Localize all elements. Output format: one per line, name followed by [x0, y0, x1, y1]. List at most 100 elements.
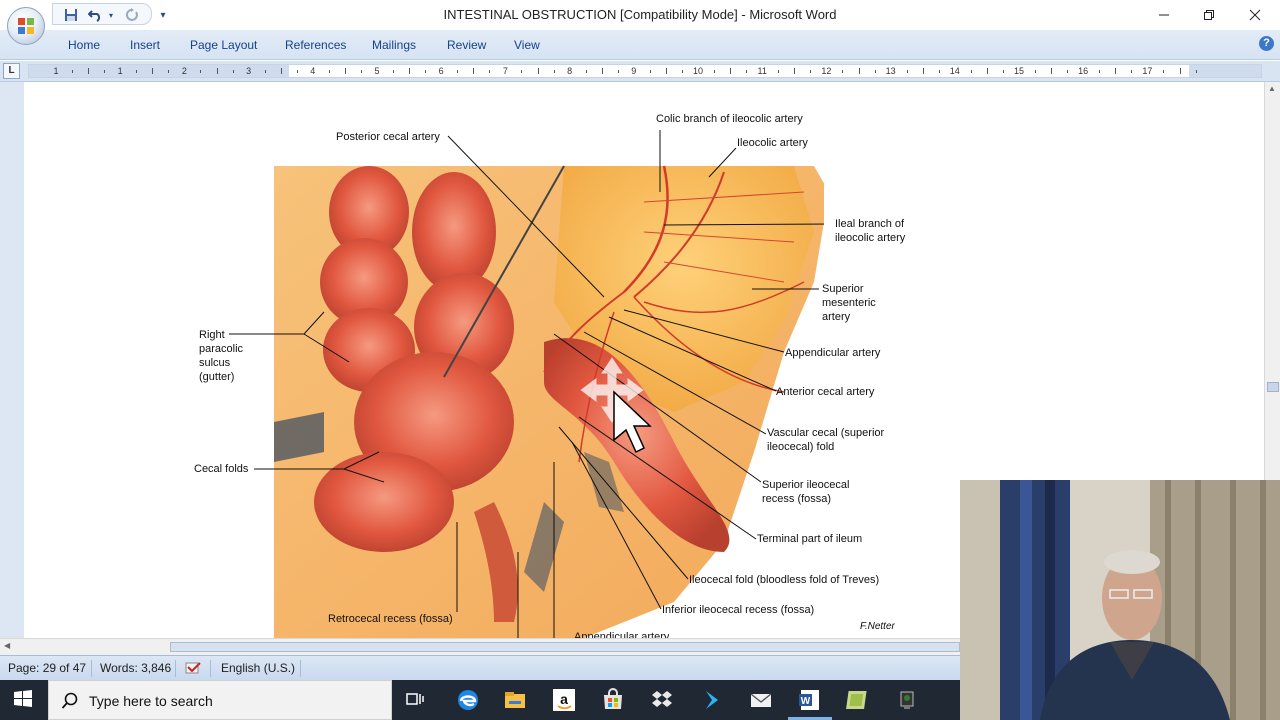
- label-colic-branch: Colic branch of ileocolic artery: [656, 113, 803, 125]
- scroll-up-icon[interactable]: ▲: [1268, 84, 1276, 93]
- ruler-tick: [1067, 70, 1069, 73]
- ruler-tick: [1195, 70, 1197, 73]
- minimize-icon[interactable]: [1141, 0, 1187, 30]
- ruler-number: 1: [53, 66, 59, 76]
- ruler-bar: L 1 1 2 3 4 5 6 7 8 9 10 11 12 13 14 15 16 17: [0, 61, 1280, 140]
- dropbox-icon[interactable]: [650, 688, 674, 712]
- proofing-icon[interactable]: [184, 661, 206, 677]
- ruler-tick: [681, 70, 683, 73]
- task-view-icon[interactable]: [404, 688, 428, 712]
- title-bar: ▾ ▾ INTESTINAL OBSTRUCTION [Compatibilit…: [0, 0, 1280, 30]
- horizontal-ruler[interactable]: 1 1 2 3 4 5 6 7 8 9 10 11 12 13 14 15 16 17: [28, 64, 1262, 78]
- media-icon[interactable]: [895, 688, 919, 712]
- label-superior-ileocecal-recess: Superior ileocecal recess (fossa): [762, 479, 850, 505]
- app-icon[interactable]: [700, 688, 724, 712]
- excel-icon[interactable]: [846, 688, 870, 712]
- status-words[interactable]: Words: 3,846: [100, 661, 171, 677]
- ruler-tick: [136, 70, 138, 73]
- tab-review[interactable]: Review: [447, 38, 486, 52]
- ruler-tick: [296, 70, 298, 73]
- tab-selector-button[interactable]: L: [3, 63, 20, 79]
- ruler-tick: [553, 70, 555, 73]
- ruler-tick: [922, 68, 924, 74]
- office-button[interactable]: [7, 7, 45, 45]
- help-icon[interactable]: ?: [1259, 36, 1274, 51]
- tab-insert[interactable]: Insert: [130, 38, 160, 52]
- label-ileal-branch: Ileal branch of ileocolic artery: [835, 218, 906, 244]
- ruler-tick: [200, 70, 202, 73]
- word-icon[interactable]: W: [798, 688, 824, 712]
- ruler-tick: [489, 70, 491, 73]
- tab-home[interactable]: Home: [68, 38, 100, 52]
- status-divider: [175, 660, 176, 677]
- search-placeholder: Type here to search: [89, 693, 213, 709]
- ruler-tick: [986, 68, 988, 74]
- file-explorer-icon[interactable]: [503, 688, 527, 712]
- label-ileocecal-fold: Ileocecal fold (bloodless fold of Treves…: [689, 574, 880, 586]
- mail-icon[interactable]: [749, 688, 773, 712]
- ruler-tick: [1002, 70, 1004, 73]
- ruler-number: 8: [567, 66, 573, 76]
- ruler-number: 12: [821, 66, 832, 76]
- ruler-tick: [970, 70, 972, 73]
- label-signature: F.Netter: [860, 621, 895, 632]
- status-divider: [210, 660, 211, 677]
- ruler-tick: [858, 68, 860, 74]
- window-title: INTESTINAL OBSTRUCTION [Compatibility Mo…: [443, 7, 837, 22]
- tab-view[interactable]: View: [514, 38, 540, 52]
- ruler-tick: [1051, 68, 1053, 74]
- ruler-tick: [280, 68, 282, 74]
- ruler-tick: [810, 70, 812, 73]
- ruler-tick: [1035, 70, 1037, 73]
- ruler-number: 14: [949, 66, 960, 76]
- ruler-tick: [874, 70, 876, 73]
- ruler-tick: [328, 70, 330, 73]
- ruler-tick: [393, 70, 395, 73]
- ruler-tick: [425, 70, 427, 73]
- ruler-number: 3: [246, 66, 252, 76]
- status-language[interactable]: English (U.S.): [221, 661, 295, 677]
- label-superior-mesenteric: Superior mesenteric artery: [822, 283, 876, 323]
- office-logo-icon: [18, 18, 34, 34]
- svg-text:W: W: [801, 696, 811, 707]
- label-posterior-cecal-artery: Posterior cecal artery: [336, 131, 440, 143]
- close-icon[interactable]: [1232, 0, 1278, 30]
- ruler-tick: [730, 68, 732, 74]
- presenter-video: [960, 480, 1280, 720]
- tab-page-layout[interactable]: Page Layout: [190, 38, 257, 52]
- taskbar-search-box[interactable]: Type here to search: [48, 680, 392, 720]
- amazon-icon[interactable]: a: [552, 688, 576, 712]
- horizontal-scrollbar[interactable]: ◀: [0, 638, 960, 655]
- start-icon[interactable]: [12, 688, 36, 712]
- ruler-tick: [104, 70, 106, 73]
- tab-references[interactable]: References: [285, 38, 346, 52]
- ruler-tick: [473, 68, 475, 74]
- edge-icon[interactable]: [456, 688, 480, 712]
- ribbon: Home Insert Page Layout References Maili…: [0, 30, 1280, 60]
- horizontal-scroll-thumb[interactable]: [170, 642, 960, 652]
- tab-mailings[interactable]: Mailings: [372, 38, 416, 52]
- ruler-tick: [649, 70, 651, 73]
- status-divider: [91, 660, 92, 677]
- ruler-number: 9: [631, 66, 637, 76]
- ruler-number: 6: [438, 66, 444, 76]
- vertical-scroll-thumb[interactable]: [1267, 382, 1279, 392]
- status-page[interactable]: Page: 29 of 47: [8, 661, 86, 677]
- ruler-number: 16: [1078, 66, 1089, 76]
- ruler-tick: [746, 70, 748, 73]
- scroll-left-icon[interactable]: ◀: [4, 641, 10, 650]
- ruler-tick: [601, 68, 603, 74]
- ruler-number: 1: [117, 66, 123, 76]
- status-divider: [300, 660, 301, 677]
- ruler-number: 2: [181, 66, 187, 76]
- ruler-tick: [409, 68, 411, 74]
- ruler-tick: [1131, 70, 1133, 73]
- restore-icon[interactable]: [1186, 0, 1232, 30]
- ruler-tick: [457, 70, 459, 73]
- label-appendicular-artery-bottom: Appendicular artery: [574, 631, 670, 638]
- ruler-number: 5: [374, 66, 380, 76]
- store-icon[interactable]: [601, 688, 625, 712]
- label-vascular-cecal-fold: Vascular cecal (superior ileocecal) fold: [767, 427, 885, 453]
- ruler-number: 15: [1013, 66, 1024, 76]
- ruler-number: 10: [692, 66, 703, 76]
